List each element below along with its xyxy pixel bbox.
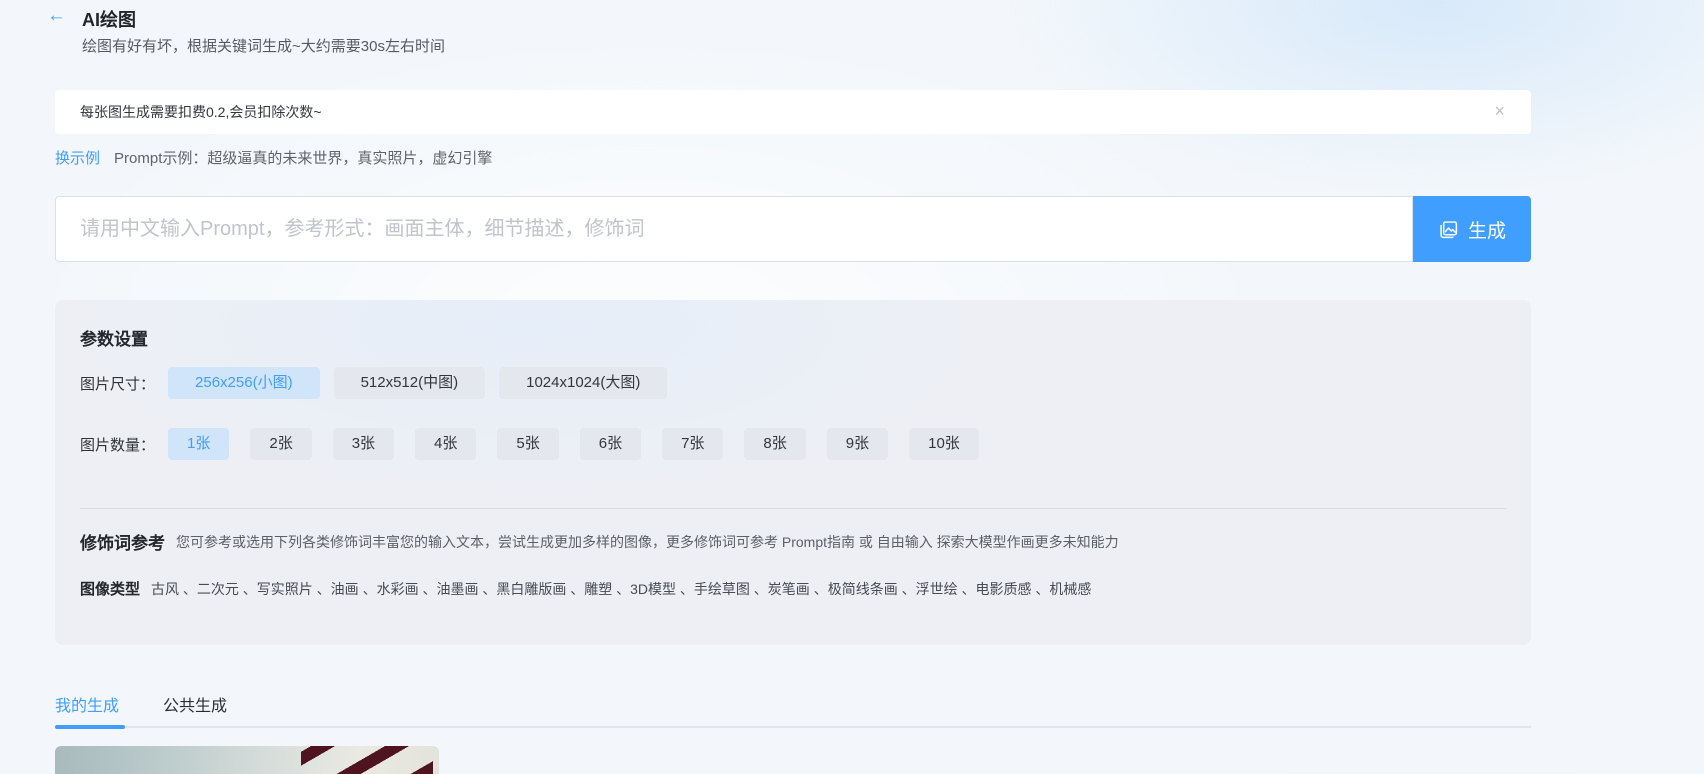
count-option[interactable]: 8张: [744, 428, 805, 460]
count-option[interactable]: 6张: [580, 428, 641, 460]
parameter-panel: 参数设置 图片尺寸： 256x256(小图) 512x512(中图) 1024x10…: [55, 300, 1531, 645]
back-icon[interactable]: ←: [47, 5, 66, 27]
picture-icon: [1438, 219, 1459, 240]
size-option[interactable]: 512x512(中图): [334, 367, 486, 399]
image-type-label: 图像类型: [80, 578, 140, 599]
thumbnail-stripes: [301, 746, 433, 774]
panel-title: 参数设置: [80, 325, 148, 350]
count-option[interactable]: 9张: [827, 428, 888, 460]
generate-button-label: 生成: [1468, 216, 1506, 243]
tab-items: 我的生成公共生成: [55, 698, 271, 715]
count-option[interactable]: 1张: [168, 428, 229, 460]
generate-button[interactable]: 生成: [1413, 196, 1531, 262]
image-type-row: 图像类型 古风 、二次元 、写实照片 、油画 、水彩画 、油墨画 、黑白雕版画 …: [80, 578, 1091, 599]
page-subtitle: 绘图有好有坏，根据关键词生成~大约需要30s左右时间: [82, 35, 445, 56]
modifier-description: 您可参考或选用下列各类修饰词丰富您的输入文本，尝试生成更加多样的图像，更多修饰词…: [176, 532, 1119, 552]
example-row: 换示例 Prompt示例：超级逼真的未来世界，真实照片，虚幻引擎: [55, 147, 492, 168]
size-option[interactable]: 1024x1024(大图): [499, 367, 667, 399]
page-title: AI绘图: [82, 6, 136, 32]
tab-my-generations[interactable]: 我的生成: [55, 690, 119, 716]
tab-public-generations[interactable]: 公共生成: [163, 690, 227, 716]
count-label: 图片数量：: [80, 434, 155, 455]
count-option[interactable]: 4张: [415, 428, 476, 460]
notice-bar: 每张图生成需要扣费0.2,会员扣除次数~ ×: [55, 90, 1531, 134]
image-type-list: 古风 、二次元 、写实照片 、油画 、水彩画 、油墨画 、黑白雕版画 、雕塑 、…: [151, 579, 1091, 599]
count-option[interactable]: 10张: [909, 428, 979, 460]
notice-text: 每张图生成需要扣费0.2,会员扣除次数~: [80, 90, 322, 134]
prompt-row: 生成: [55, 196, 1531, 262]
count-option[interactable]: 7张: [662, 428, 723, 460]
active-tab-indicator: [55, 725, 125, 729]
count-option[interactable]: 2张: [250, 428, 311, 460]
tabs-track: [55, 726, 1531, 728]
count-row: 图片数量： 1张 2张 3张 4张 5张 6张 7张 8张 9张 10张: [80, 428, 1000, 460]
modifier-title: 修饰词参考: [80, 529, 165, 554]
size-label: 图片尺寸：: [80, 373, 155, 394]
prompt-input[interactable]: [55, 196, 1413, 262]
count-option[interactable]: 3张: [333, 428, 394, 460]
count-option[interactable]: 5张: [497, 428, 558, 460]
close-icon[interactable]: ×: [1494, 101, 1505, 121]
generation-tabs: 我的生成 公共生成: [55, 690, 1531, 732]
modifier-row: 修饰词参考 您可参考或选用下列各类修饰词丰富您的输入文本，尝试生成更加多样的图像…: [80, 529, 1119, 554]
count-options: 1张 2张 3张 4张 5张 6张 7张 8张 9张 10张: [168, 428, 1000, 460]
panel-divider: [80, 508, 1506, 509]
size-row: 图片尺寸： 256x256(小图) 512x512(中图) 1024x1024(大图…: [80, 367, 681, 399]
switch-example-link[interactable]: 换示例: [55, 147, 100, 168]
size-options: 256x256(小图) 512x512(中图) 1024x1024(大图): [168, 367, 681, 399]
size-option[interactable]: 256x256(小图): [168, 367, 320, 399]
generated-image-thumbnail[interactable]: [55, 746, 439, 774]
example-hint: Prompt示例：超级逼真的未来世界，真实照片，虚幻引擎: [114, 147, 492, 168]
